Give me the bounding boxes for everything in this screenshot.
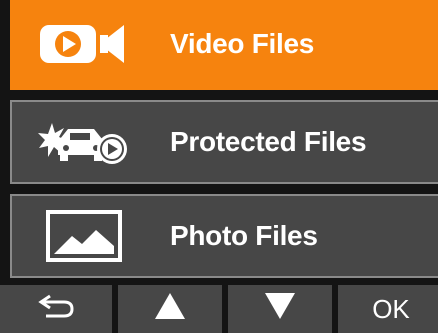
photo-landscape-icon [38, 206, 130, 266]
down-button[interactable] [228, 285, 332, 333]
menu-item-photo-files[interactable]: Photo Files [10, 194, 438, 278]
protected-car-icon [38, 112, 130, 172]
file-menu-screen: Video Files Protected Files Photo Files … [0, 0, 438, 333]
menu-item-protected-files[interactable]: Protected Files [10, 100, 438, 184]
return-arrow-icon [36, 291, 76, 328]
triangle-up-icon [153, 291, 187, 328]
video-camera-icon [38, 14, 130, 74]
ok-button-label: OK [372, 293, 410, 324]
menu-item-label: Photo Files [170, 220, 318, 251]
triangle-down-icon [263, 291, 297, 328]
back-button[interactable] [0, 285, 112, 333]
menu-item-label: Protected Files [170, 126, 367, 157]
control-bar: OK [0, 285, 438, 333]
menu-item-video-files[interactable]: Video Files [10, 0, 438, 90]
up-button[interactable] [118, 285, 222, 333]
menu-item-label: Video Files [170, 28, 315, 59]
ok-button[interactable]: OK [338, 285, 438, 333]
